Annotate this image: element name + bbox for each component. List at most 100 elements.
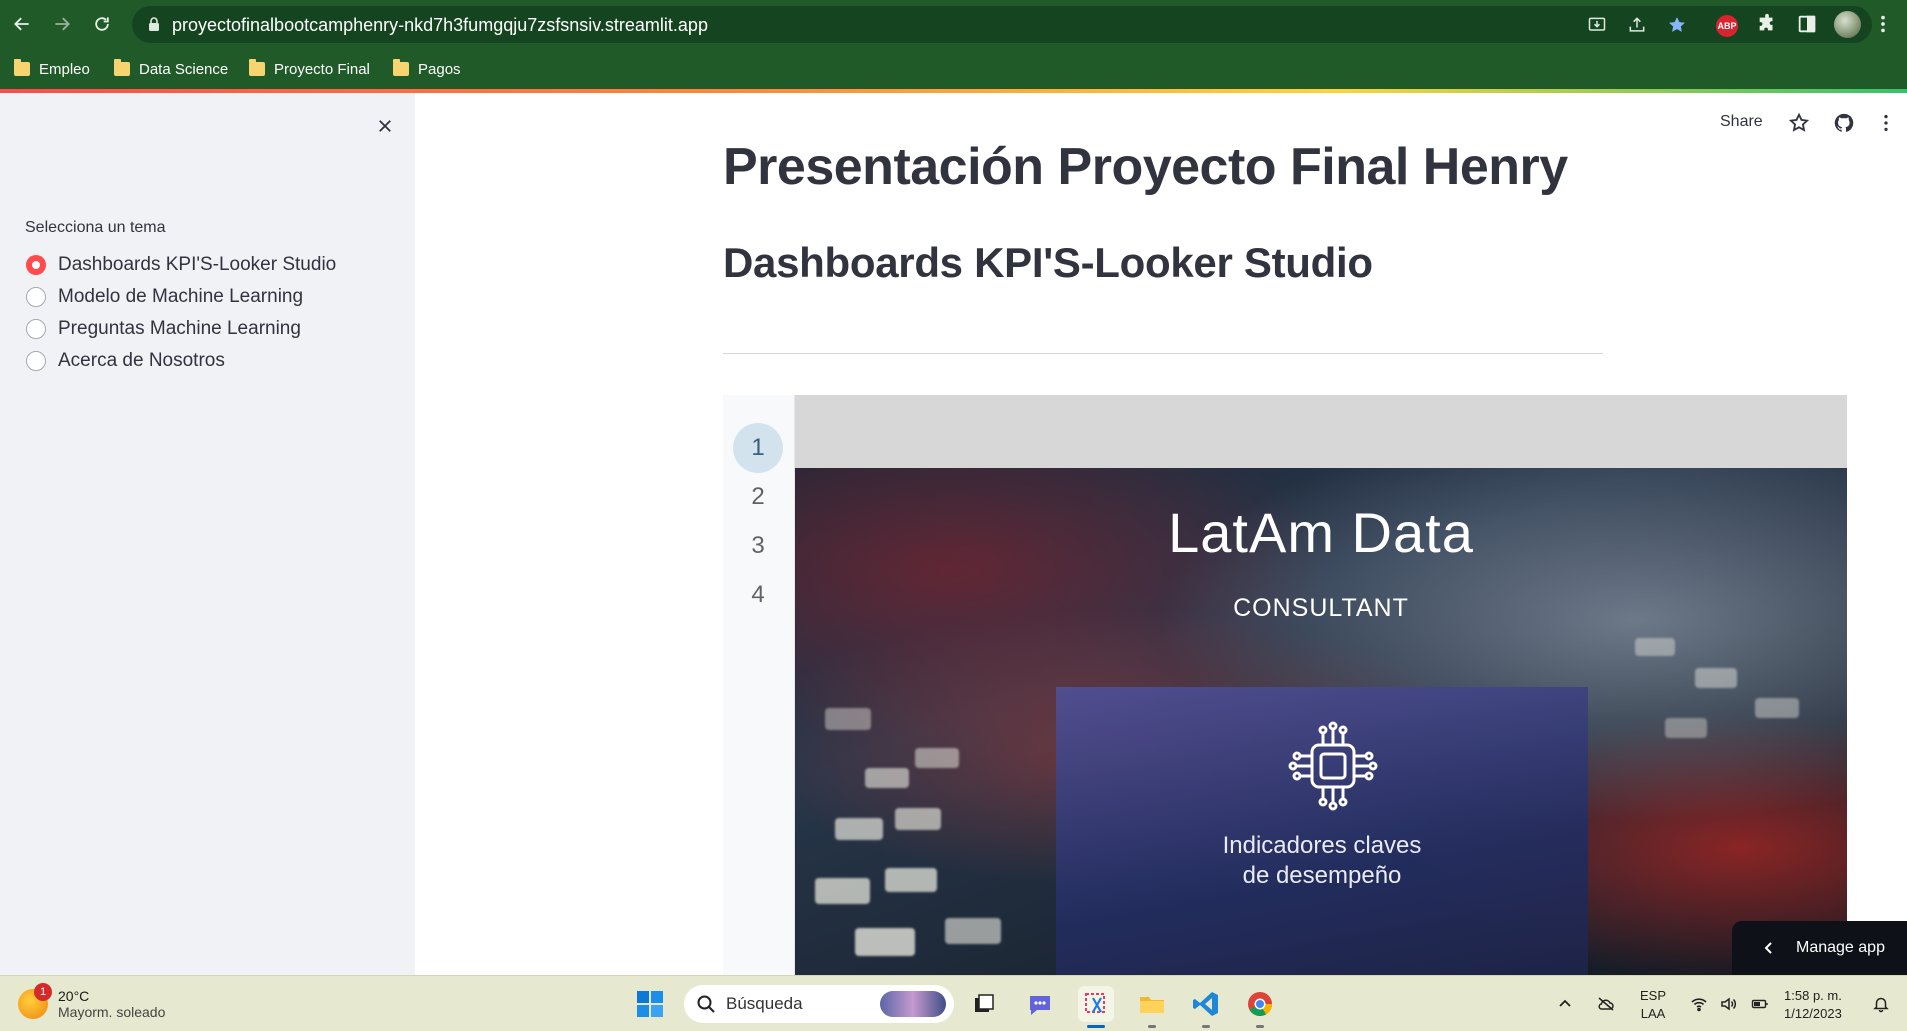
lock-icon (149, 17, 159, 31)
app-menu-icon[interactable] (1873, 110, 1899, 136)
bookmark-empleo[interactable]: Empleo (14, 56, 90, 82)
radio-option-acerca[interactable]: Acerca de Nosotros (26, 347, 225, 375)
page-3-button[interactable]: 3 (733, 521, 783, 571)
radio-checked-icon (26, 255, 46, 275)
bookmark-data-science[interactable]: Data Science (114, 56, 228, 82)
radio-unchecked-icon (26, 287, 46, 307)
taskbar: 1 20°C Mayorm. soleado Búsqueda ESP LAA … (0, 975, 1907, 1031)
search-highlight-image (880, 991, 946, 1017)
side-panel-icon[interactable] (1792, 9, 1822, 39)
radio-group-label: Selecciona un tema (25, 219, 166, 236)
slide-title: LatAm Data (1168, 501, 1474, 564)
kpi-card-text: Indicadores claves de desempeño (1222, 832, 1422, 889)
bookmarks-bar: Empleo Data Science Proyecto Final Pagos (0, 50, 1907, 88)
extensions-puzzle-icon[interactable] (1752, 9, 1782, 39)
cloud-off-icon (1598, 997, 1614, 1011)
kpi-card: Indicadores claves de desempeño (1056, 687, 1588, 975)
notification-badge: 1 (34, 983, 52, 1001)
main-content: Share Presentación Proyecto Final Henry … (415, 93, 1907, 975)
onedrive-tray-icon[interactable] (1594, 990, 1618, 1018)
weather-description: Mayorm. soleado (58, 1004, 166, 1020)
page-subtitle: Dashboards KPI'S-Looker Studio (723, 239, 1373, 286)
slide-page: LatAm Data CONSULTANT Indicadores claves (795, 468, 1847, 975)
manage-app-button[interactable]: Manage app (1732, 921, 1907, 975)
page-4-button[interactable]: 4 (733, 570, 783, 620)
back-button[interactable] (6, 8, 38, 40)
address-bar[interactable]: proyectofinalbootcamphenry-nkd7h3fumgqju… (132, 6, 1872, 43)
radio-unchecked-icon (26, 319, 46, 339)
reload-button[interactable] (86, 8, 118, 40)
browser-chrome: proyectofinalbootcamphenry-nkd7h3fumgqju… (0, 0, 1907, 93)
folder-icon (14, 59, 30, 76)
chevron-left-icon (1764, 942, 1772, 954)
folder-icon (393, 59, 409, 76)
task-view-button[interactable] (966, 986, 1002, 1022)
battery-tray-icon[interactable] (1748, 990, 1772, 1018)
bookmark-star-icon[interactable] (1664, 12, 1690, 38)
windows-logo-icon (637, 991, 663, 1017)
share-button[interactable]: Share (1720, 113, 1763, 131)
radio-option-dashboards[interactable]: Dashboards KPI'S-Looker Studio (26, 251, 336, 279)
divider (723, 353, 1603, 354)
chip-icon (1288, 721, 1378, 811)
folder-icon (1140, 997, 1164, 1013)
browser-menu-icon[interactable] (1868, 9, 1898, 39)
close-sidebar-button[interactable] (372, 113, 398, 139)
arrow-left-icon (14, 17, 29, 31)
notifications-button[interactable] (1869, 990, 1893, 1018)
favorite-star-icon[interactable] (1786, 110, 1812, 136)
reload-icon (95, 17, 109, 31)
slide-subtitle: CONSULTANT (1233, 594, 1409, 622)
task-view-icon (975, 994, 994, 1012)
bookmark-pagos[interactable]: Pagos (393, 56, 461, 82)
volume-tray-icon[interactable] (1716, 990, 1740, 1018)
input-language[interactable]: ESP LAA (1640, 987, 1666, 1023)
page-title: Presentación Proyecto Final Henry (723, 138, 1568, 196)
wifi-tray-icon[interactable] (1687, 990, 1711, 1018)
chat-icon (1030, 996, 1050, 1015)
weather-temperature: 20°C (58, 988, 90, 1004)
start-button[interactable] (632, 986, 668, 1022)
radio-unchecked-icon (26, 351, 46, 371)
battery-icon (1751, 999, 1768, 1009)
chevron-up-icon (1559, 999, 1571, 1007)
bell-icon (1873, 997, 1889, 1013)
weather-sun-icon: 1 (18, 983, 52, 1019)
speaker-icon (1721, 997, 1736, 1011)
snipping-tool-icon (1085, 993, 1105, 1013)
adblock-extension-icon[interactable]: ABP (1712, 9, 1742, 39)
page-1-button[interactable]: 1 (733, 423, 783, 473)
system-clock[interactable]: 1:58 p. m. 1/12/2023 (1784, 987, 1842, 1023)
url-text[interactable]: proyectofinalbootcamphenry-nkd7h3fumgqju… (172, 15, 708, 36)
close-icon (379, 120, 391, 132)
vscode-button[interactable] (1188, 986, 1224, 1028)
radio-option-modelo-ml[interactable]: Modelo de Machine Learning (26, 283, 303, 311)
forward-button[interactable] (46, 8, 78, 40)
embedded-slide-viewer[interactable]: 1 2 3 4 LatAm Data CONSULTANT Indicadore… (723, 395, 1847, 975)
bookmark-proyecto-final[interactable]: Proyecto Final (249, 56, 370, 82)
teams-chat-button[interactable] (1022, 986, 1058, 1022)
install-app-icon[interactable] (1584, 12, 1610, 38)
chrome-button[interactable] (1242, 986, 1278, 1028)
show-hidden-icons-button[interactable] (1553, 990, 1577, 1018)
slide-page-rail: 1 2 3 4 (723, 395, 795, 975)
chrome-icon (1248, 992, 1272, 1017)
taskbar-search[interactable]: Búsqueda (684, 985, 954, 1023)
share-page-icon[interactable] (1624, 12, 1650, 38)
sidebar: Selecciona un tema Dashboards KPI'S-Look… (0, 93, 415, 975)
weather-widget[interactable]: 1 20°C Mayorm. soleado (18, 983, 166, 1024)
snipping-tool-button[interactable] (1078, 986, 1114, 1028)
search-icon (697, 995, 715, 1013)
github-icon[interactable] (1831, 110, 1857, 136)
slide-area: LatAm Data CONSULTANT Indicadores claves (795, 395, 1847, 975)
arrow-right-icon (55, 17, 70, 31)
vscode-icon (1193, 992, 1218, 1016)
folder-icon (249, 59, 265, 76)
folder-icon (114, 59, 130, 76)
browser-toolbar: proyectofinalbootcamphenry-nkd7h3fumgqju… (0, 0, 1907, 50)
profile-avatar[interactable] (1834, 11, 1861, 38)
wifi-icon (1691, 998, 1707, 1012)
file-explorer-button[interactable] (1134, 986, 1170, 1028)
radio-option-preguntas-ml[interactable]: Preguntas Machine Learning (26, 315, 301, 343)
page-2-button[interactable]: 2 (733, 472, 783, 522)
